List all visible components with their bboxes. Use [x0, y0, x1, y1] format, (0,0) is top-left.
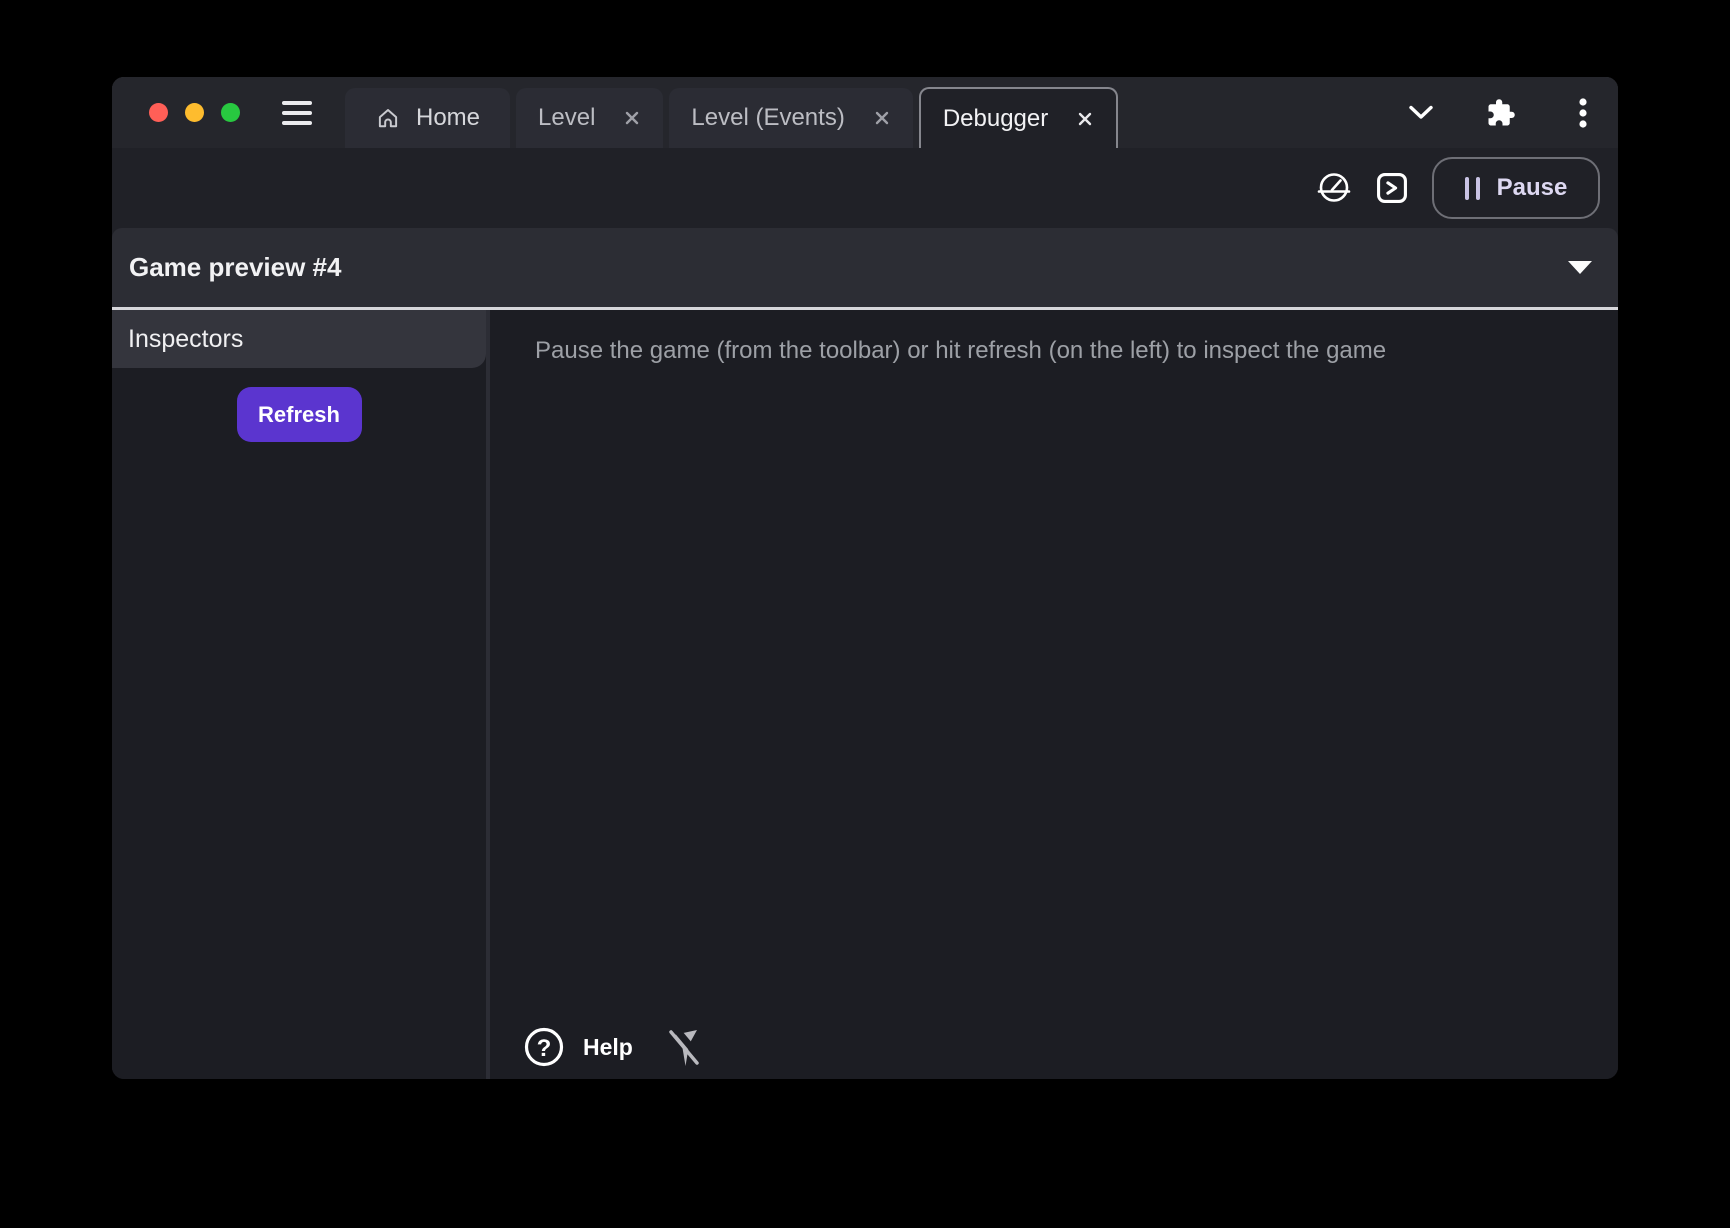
tab-bar: Home Level Level (Events) — [345, 77, 1118, 148]
panel-footer: ? Help — [523, 1024, 705, 1070]
profiler-gauge-icon[interactable] — [1316, 170, 1352, 206]
chevron-down-icon[interactable] — [1408, 105, 1434, 120]
tab-level-events[interactable]: Level (Events) — [669, 88, 912, 148]
game-preview-title: Game preview #4 — [129, 252, 341, 283]
tab-label: Level (Events) — [691, 104, 844, 132]
close-icon[interactable] — [623, 109, 641, 127]
console-icon[interactable] — [1376, 172, 1408, 204]
sidebar-item-inspectors[interactable]: Inspectors — [112, 310, 486, 368]
extensions-puzzle-icon[interactable] — [1486, 98, 1516, 128]
svg-text:?: ? — [537, 1035, 552, 1062]
tab-label: Debugger — [943, 105, 1048, 133]
close-window-button[interactable] — [149, 103, 168, 122]
app-window: Home Level Level (Events) — [112, 77, 1618, 1079]
debugger-hint-text: Pause the game (from the toolbar) or hit… — [535, 337, 1578, 365]
game-preview-selector[interactable]: Game preview #4 — [112, 228, 1618, 307]
titlebar: Home Level Level (Events) — [112, 77, 1618, 148]
close-icon[interactable] — [1076, 110, 1094, 128]
inspectors-sidebar: Inspectors Refresh — [112, 310, 486, 1079]
dropdown-caret-icon[interactable] — [1568, 261, 1592, 274]
inspector-main-panel: Pause the game (from the toolbar) or hit… — [490, 310, 1618, 1079]
tab-label: Home — [416, 104, 480, 132]
maximize-window-button[interactable] — [221, 103, 240, 122]
hamburger-menu-icon[interactable] — [282, 101, 312, 125]
kebab-menu-icon[interactable] — [1578, 97, 1588, 129]
window-controls — [149, 103, 240, 122]
home-icon — [375, 105, 401, 131]
tab-label: Level — [538, 104, 595, 132]
refresh-button-label: Refresh — [258, 402, 340, 428]
close-icon[interactable] — [873, 109, 891, 127]
tab-home[interactable]: Home — [345, 88, 510, 148]
help-circle-icon: ? — [523, 1026, 565, 1068]
debugger-content: Inspectors Refresh Pause the game (from … — [112, 310, 1618, 1079]
pin-off-icon[interactable] — [665, 1024, 705, 1070]
pause-button-label: Pause — [1497, 174, 1568, 202]
tab-debugger[interactable]: Debugger — [919, 87, 1118, 148]
pause-icon — [1465, 177, 1480, 200]
inspectors-header-label: Inspectors — [128, 325, 243, 354]
minimize-window-button[interactable] — [185, 103, 204, 122]
refresh-button[interactable]: Refresh — [237, 387, 362, 442]
titlebar-right-icons — [1408, 97, 1588, 129]
debugger-toolbar: Pause — [112, 148, 1618, 228]
tab-level[interactable]: Level — [516, 88, 663, 148]
help-button[interactable]: ? Help — [523, 1026, 633, 1068]
help-button-label: Help — [583, 1034, 633, 1061]
pause-button[interactable]: Pause — [1432, 157, 1600, 219]
